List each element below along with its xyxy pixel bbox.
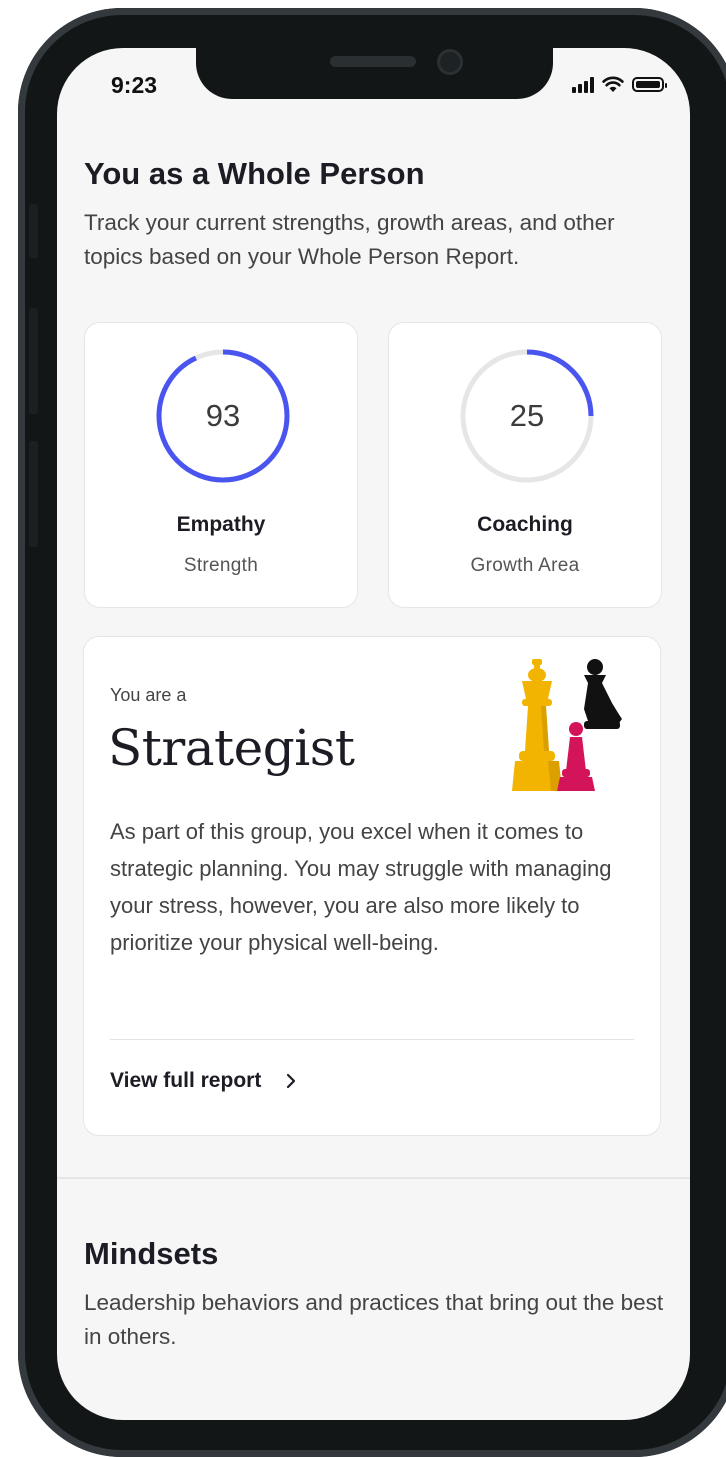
- metric-score: 25: [509, 398, 545, 433]
- persona-description: As part of this group, you excel when it…: [110, 819, 612, 955]
- chevron-right-icon: [287, 1073, 296, 1089]
- metric-card-coaching[interactable]: 25 Coaching Growth Area: [388, 322, 662, 608]
- mindsets-description: Leadership behaviors and practices that …: [84, 1290, 664, 1349]
- whole-person-title: You as a Whole Person: [84, 156, 425, 191]
- chess-pieces-illustration: [512, 659, 622, 791]
- persona-card: You are a Strategist As part of this gro…: [83, 636, 661, 1136]
- notch: [196, 48, 553, 99]
- whole-person-description: Track your current strengths, growth are…: [84, 210, 615, 269]
- status-icons: [572, 76, 667, 93]
- speaker: [330, 56, 416, 67]
- persona-intro: You are a: [110, 685, 187, 705]
- wifi-icon: [602, 76, 624, 92]
- phone-frame: 9:23 You as a Whole Person Track your cu…: [18, 8, 726, 1457]
- battery-icon: [632, 77, 667, 92]
- screen: 9:23 You as a Whole Person Track your cu…: [57, 48, 690, 1420]
- metric-score: 93: [205, 398, 241, 433]
- persona-name: Strategist: [108, 719, 355, 777]
- divider: [110, 1039, 634, 1040]
- section-divider: [57, 1177, 690, 1179]
- metric-type: Strength: [183, 555, 259, 576]
- volume-up-button: [29, 308, 38, 414]
- cellular-signal-icon: [572, 76, 594, 93]
- metric-name: Empathy: [176, 513, 266, 536]
- metric-type: Growth Area: [470, 555, 580, 576]
- status-time: 9:23: [111, 72, 158, 98]
- volume-down-button: [29, 441, 38, 547]
- camera: [437, 49, 463, 75]
- metric-name: Coaching: [477, 513, 573, 536]
- mute-switch: [29, 204, 38, 258]
- metric-card-empathy[interactable]: 93 Empathy Strength: [84, 322, 358, 608]
- mindsets-title: Mindsets: [84, 1236, 219, 1271]
- view-full-report-link[interactable]: View full report: [110, 1069, 299, 1093]
- view-full-report-label: View full report: [110, 1069, 262, 1092]
